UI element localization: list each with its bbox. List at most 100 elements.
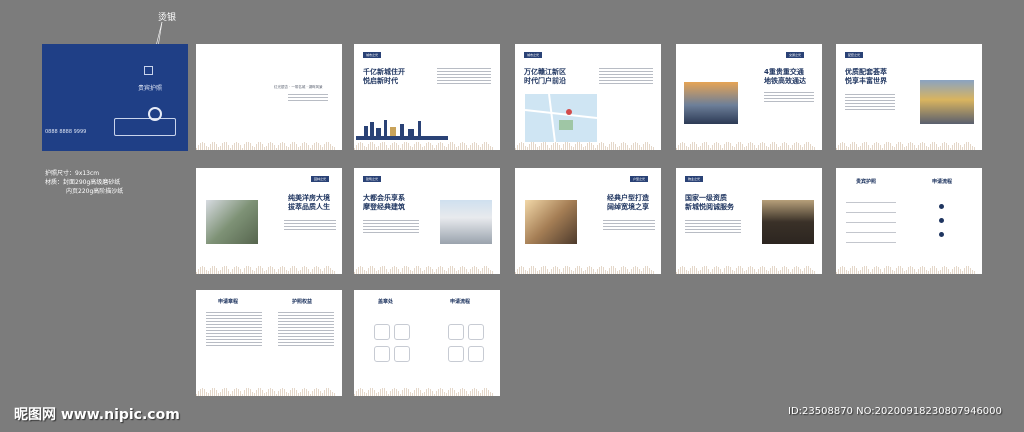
wave-bar <box>438 142 439 150</box>
wave-bar <box>398 145 399 150</box>
wave-bar <box>778 270 779 274</box>
wave-bar <box>428 266 429 274</box>
wave-bar <box>280 142 281 150</box>
page-7-title: 纯美洋房大境 拔萃品质人生 <box>288 194 330 211</box>
wave-bar <box>466 390 467 396</box>
wave-bar <box>200 388 201 396</box>
wave-bar <box>418 388 419 396</box>
spec-inner: 内页220g高阶描沙纸 <box>66 188 124 195</box>
wave-bar <box>557 142 558 150</box>
wave-bar <box>633 142 634 150</box>
wave-bar <box>326 142 327 150</box>
wave-bar <box>304 266 305 274</box>
wave-bar <box>718 266 719 274</box>
wave-bar <box>888 142 889 150</box>
wave-bar <box>918 144 919 150</box>
wave-bar <box>280 266 281 274</box>
wave-bar <box>258 142 259 150</box>
wave-bar <box>372 142 373 150</box>
wave-bar <box>330 143 331 150</box>
wave-bar <box>706 266 707 274</box>
wave-bar <box>292 388 293 396</box>
wave-bar <box>198 268 199 274</box>
wave-bar <box>320 145 321 150</box>
wave-bar <box>452 142 453 150</box>
wave-bar <box>458 392 459 396</box>
wave-bar <box>936 267 937 274</box>
wave-bar <box>442 143 443 150</box>
wave-bar <box>712 145 713 150</box>
wave-bar <box>730 143 731 150</box>
wave-bar <box>808 142 809 150</box>
wave-bar <box>597 268 598 274</box>
interior-photo <box>525 200 577 244</box>
wave-bar <box>474 266 475 274</box>
wave-bar <box>206 269 207 274</box>
wave-bar <box>228 268 229 274</box>
wave-bar <box>772 266 773 274</box>
wave-bar <box>932 266 933 274</box>
wave-bar <box>968 142 969 150</box>
wave-bar <box>515 272 516 274</box>
wave-bar <box>268 143 269 150</box>
wave-bar <box>300 270 301 274</box>
wave-bar <box>360 388 361 396</box>
wave-bar <box>474 142 475 150</box>
wave-bar <box>589 142 590 150</box>
wave-bar <box>870 271 871 274</box>
wave-bar <box>804 268 805 274</box>
wave-bar <box>216 267 217 274</box>
wave-bar <box>470 145 471 150</box>
wave-bar <box>836 148 837 150</box>
wave-bar <box>593 144 594 150</box>
wave-bar <box>384 142 385 150</box>
wave-bar <box>356 268 357 274</box>
wave-bar <box>266 391 267 396</box>
wave-bar <box>456 270 457 274</box>
wave-bar <box>274 144 275 150</box>
wave-bar <box>474 388 475 396</box>
wave-bar <box>716 142 717 150</box>
wave-bar <box>394 142 395 150</box>
wave-bar <box>563 268 564 274</box>
wave-bar <box>748 143 749 150</box>
wave-bar <box>846 145 847 150</box>
wave-bar <box>694 266 695 274</box>
wave-bar <box>360 266 361 274</box>
wave-bar <box>886 266 887 274</box>
wave-bar <box>422 271 423 274</box>
wave-bar <box>948 268 949 274</box>
wave-bar <box>370 388 371 396</box>
wave-bar <box>970 267 971 274</box>
wave-bar <box>298 146 299 150</box>
wave-bar <box>380 267 381 274</box>
wave-bar <box>866 266 867 274</box>
wave-bar <box>334 270 335 274</box>
wave-bar <box>198 144 199 150</box>
wave-bar <box>266 269 267 274</box>
wave-bar <box>376 270 377 274</box>
wave-bar <box>519 142 520 150</box>
wave-bar <box>619 270 620 274</box>
page-8-body <box>363 220 419 235</box>
wave-bar <box>318 388 319 396</box>
wave-bar <box>462 388 463 396</box>
wave-bar <box>591 266 592 274</box>
wave-bar <box>210 390 211 396</box>
wave-bar <box>734 270 735 274</box>
wave-bar <box>970 143 971 150</box>
wave-bar <box>206 391 207 396</box>
wave-bar <box>579 266 580 274</box>
wave-bar <box>752 142 753 150</box>
stamp-box <box>374 346 390 362</box>
wave-bar <box>581 144 582 150</box>
wave-bar <box>330 267 331 274</box>
wave-bar <box>587 267 588 274</box>
wave-bar <box>476 266 477 274</box>
wave-bar <box>625 142 626 150</box>
wave-bar <box>418 266 419 274</box>
wave-bar <box>694 142 695 150</box>
wave-bar <box>440 142 441 150</box>
wave-bar <box>950 271 951 274</box>
wave-bar <box>438 266 439 274</box>
